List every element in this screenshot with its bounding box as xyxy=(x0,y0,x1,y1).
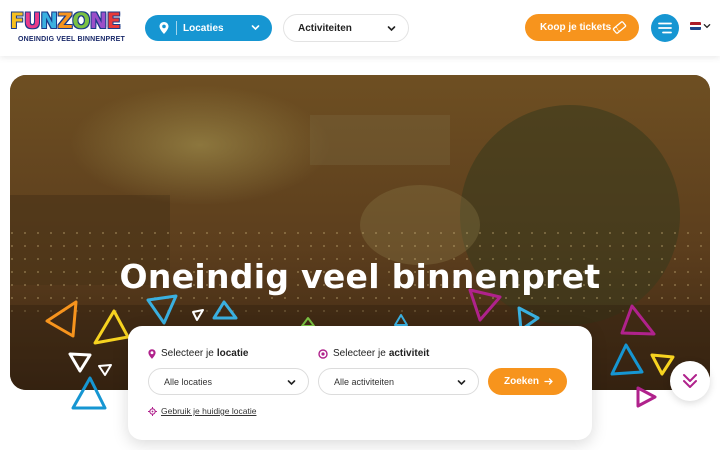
main-menu-button[interactable] xyxy=(651,14,679,42)
search-button[interactable]: Zoeken xyxy=(488,368,567,395)
scroll-down-button[interactable] xyxy=(670,361,710,401)
hamburger-icon xyxy=(658,22,672,34)
logo-letter: O xyxy=(72,9,90,33)
activity-field-label: Selecteer je activiteit xyxy=(318,348,429,359)
logo-letter: Z xyxy=(57,9,73,33)
activity-label-prefix: Selecteer je xyxy=(333,348,386,359)
logo-letter: F xyxy=(10,9,24,33)
location-label-prefix: Selecteer je xyxy=(161,348,214,359)
chevron-down-icon xyxy=(287,380,296,386)
logo-letter: N xyxy=(89,9,108,33)
double-chevron-down-icon xyxy=(683,374,697,388)
location-label-bold: locatie xyxy=(216,348,249,359)
arrow-right-icon xyxy=(544,378,553,385)
location-select-value: Alle locaties xyxy=(164,376,213,387)
crosshair-icon xyxy=(148,406,157,416)
target-icon xyxy=(318,348,328,359)
nl-flag-icon xyxy=(690,22,701,30)
use-current-location-label: Gebruik je huidige locatie xyxy=(161,406,257,416)
activity-select[interactable]: Alle activiteiten xyxy=(318,368,479,395)
site-header: FUNZONE ONEINDIG VEEL BINNENPRET Locatie… xyxy=(0,0,720,56)
ticket-icon xyxy=(612,21,627,34)
language-selector[interactable] xyxy=(690,22,711,30)
logo-letter: E xyxy=(106,9,121,33)
map-pin-icon xyxy=(159,22,169,34)
use-current-location-link[interactable]: Gebruik je huidige locatie xyxy=(148,406,256,416)
divider xyxy=(176,21,177,35)
map-pin-icon xyxy=(148,348,156,359)
buy-tickets-label: Koop je tickets xyxy=(540,22,612,33)
activity-label-bold: activiteit xyxy=(388,348,430,359)
funzone-logo[interactable]: FUNZONE ONEINDIG VEEL BINNENPRET xyxy=(10,8,125,48)
logo-wordmark: FUNZONE xyxy=(10,8,121,34)
search-card: Selecteer je locatie Selecteer je activi… xyxy=(128,326,592,440)
locations-dropdown-button[interactable]: Locaties xyxy=(145,15,272,41)
chevron-down-icon xyxy=(387,26,396,32)
logo-tagline: ONEINDIG VEEL BINNENPRET xyxy=(18,36,125,43)
hero-title: Oneindig veel binnenpret xyxy=(119,257,601,296)
location-select[interactable]: Alle locaties xyxy=(148,368,309,395)
activities-label: Activiteiten xyxy=(298,22,352,34)
search-button-label: Zoeken xyxy=(504,376,540,387)
buy-tickets-button[interactable]: Koop je tickets xyxy=(525,14,639,41)
chevron-down-icon xyxy=(457,380,466,386)
triangle-decoration xyxy=(636,386,657,408)
chevron-down-icon xyxy=(251,25,260,31)
locations-label: Locaties xyxy=(183,22,224,34)
logo-letter: N xyxy=(40,9,58,33)
location-field-label: Selecteer je locatie xyxy=(148,348,249,359)
page: FUNZONE ONEINDIG VEEL BINNENPRET Locatie… xyxy=(0,0,720,450)
logo-letter: U xyxy=(23,9,41,33)
activity-select-value: Alle activiteiten xyxy=(334,376,395,387)
chevron-down-icon xyxy=(703,24,711,29)
activities-dropdown-button[interactable]: Activiteiten xyxy=(283,14,409,42)
